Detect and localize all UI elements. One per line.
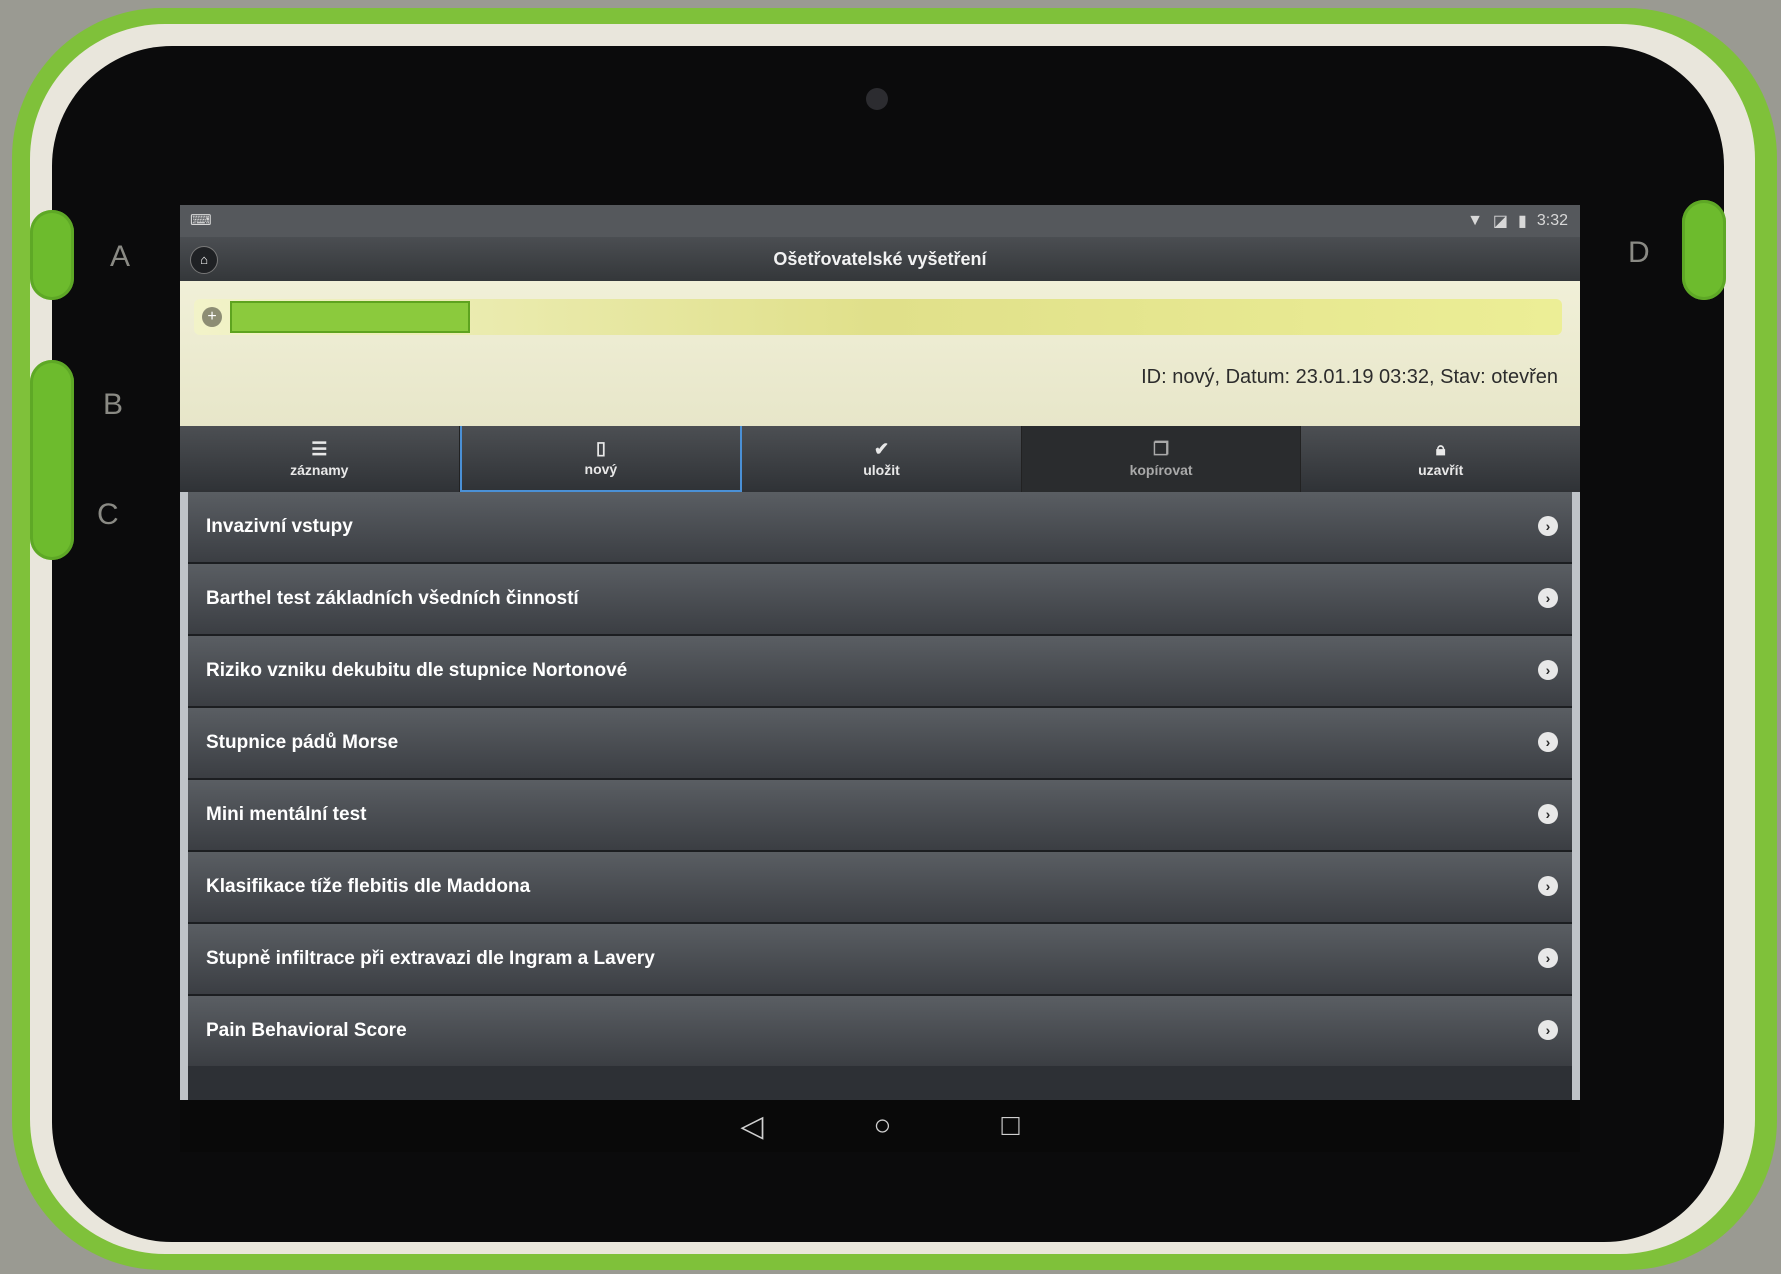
lock-icon: 🔒︎ — [1435, 439, 1446, 459]
document-icon: ▯ — [595, 438, 606, 458]
tab-label: uzavřít — [1418, 462, 1464, 478]
patient-panel: + ID: nový, Datum: 23.01.19 03:32, Stav:… — [180, 281, 1580, 426]
list-item-label: Stupnice pádů Morse — [206, 732, 399, 753]
plus-icon[interactable]: + — [202, 307, 222, 327]
chevron-right-icon: › — [1538, 516, 1558, 536]
list-item-label: Stupně infiltrace při extravazi dle Ingr… — [206, 948, 655, 969]
status-time: 3:32 — [1536, 212, 1568, 229]
home-circle-icon[interactable]: ○ — [873, 1109, 891, 1143]
battery-icon: ▮ — [1518, 213, 1527, 230]
no-sim-icon: ◪ — [1492, 213, 1509, 230]
tab-label: uložit — [863, 462, 900, 478]
list-item[interactable]: Pain Behavioral Score › — [188, 996, 1572, 1066]
android-nav-bar: ◁ ○ □ — [180, 1100, 1580, 1152]
front-camera — [866, 88, 888, 110]
list-item-label: Pain Behavioral Score — [206, 1020, 407, 1041]
status-bar: ⌨ ▼ ◪ ▮ 3:32 — [180, 205, 1580, 237]
list-item[interactable]: Stupnice pádů Morse › — [188, 708, 1572, 780]
side-letter-c: C — [97, 498, 119, 531]
home-icon[interactable]: ⌂ — [190, 246, 218, 274]
tab-label: nový — [584, 461, 618, 477]
list-item[interactable]: Invazivní vstupy › — [188, 492, 1572, 564]
list-item[interactable]: Riziko vzniku dekubitu dle stupnice Nort… — [188, 636, 1572, 708]
list-item[interactable]: Mini mentální test › — [188, 780, 1572, 852]
list-item-label: Klasifikace tíže flebitis dle Maddona — [206, 876, 531, 897]
tab-novy[interactable]: ▯ nový — [459, 426, 743, 492]
patient-name-field[interactable] — [230, 301, 470, 333]
tab-label: kopírovat — [1129, 462, 1193, 478]
chevron-right-icon: › — [1538, 732, 1558, 752]
tab-ulozit[interactable]: ✔ uložit — [742, 426, 1022, 492]
tab-zaznamy[interactable]: ☰ záznamy — [180, 426, 460, 492]
recents-icon[interactable]: □ — [1002, 1109, 1020, 1143]
chevron-right-icon: › — [1538, 588, 1558, 608]
record-meta: ID: nový, Datum: 23.01.19 03:32, Stav: o… — [1141, 366, 1558, 388]
list-item-label: Invazivní vstupy — [206, 516, 353, 537]
check-icon: ✔ — [873, 439, 890, 459]
side-letter-d: D — [1628, 236, 1650, 269]
app-screen: ⌨ ▼ ◪ ▮ 3:32 ⌂ Ošetřovatelské vyšetření … — [180, 205, 1580, 1100]
side-button-bc[interactable] — [30, 360, 74, 560]
list-item-label: Barthel test základních všedních činnost… — [206, 588, 579, 609]
side-button-a[interactable] — [30, 210, 74, 300]
list-item-label: Riziko vzniku dekubitu dle stupnice Nort… — [206, 660, 628, 681]
chevron-right-icon: › — [1538, 1020, 1558, 1040]
assessment-list: Invazivní vstupy › Barthel test základní… — [180, 492, 1580, 1100]
copy-icon: ❐ — [1153, 439, 1170, 459]
page-title: Ošetřovatelské vyšetření — [773, 249, 987, 269]
side-button-d[interactable] — [1682, 200, 1726, 300]
keyboard-icon: ⌨ — [190, 212, 212, 229]
list-item-label: Mini mentální test — [206, 804, 367, 825]
list-icon: ☰ — [311, 439, 328, 459]
tab-kopirovat[interactable]: ❐ kopírovat — [1021, 426, 1302, 492]
tab-label: záznamy — [290, 462, 349, 478]
side-letter-b: B — [103, 388, 124, 421]
side-letter-a: A — [110, 240, 131, 273]
wifi-icon: ▼ — [1467, 212, 1483, 229]
back-icon[interactable]: ◁ — [740, 1109, 763, 1144]
list-item[interactable]: Barthel test základních všedních činnost… — [188, 564, 1572, 636]
chevron-right-icon: › — [1538, 876, 1558, 896]
chevron-right-icon: › — [1538, 804, 1558, 824]
title-bar: ⌂ Ošetřovatelské vyšetření — [180, 237, 1580, 281]
chevron-right-icon: › — [1538, 660, 1558, 680]
chevron-right-icon: › — [1538, 948, 1558, 968]
list-item[interactable]: Stupně infiltrace při extravazi dle Ingr… — [188, 924, 1572, 996]
tab-uzavrit[interactable]: 🔒︎ uzavřít — [1301, 426, 1580, 492]
patient-strip[interactable]: + — [194, 299, 1562, 335]
action-toolbar: ☰ záznamy ▯ nový ✔ uložit ❐ kopírovat 🔒︎… — [180, 426, 1580, 492]
list-item[interactable]: Klasifikace tíže flebitis dle Maddona › — [188, 852, 1572, 924]
